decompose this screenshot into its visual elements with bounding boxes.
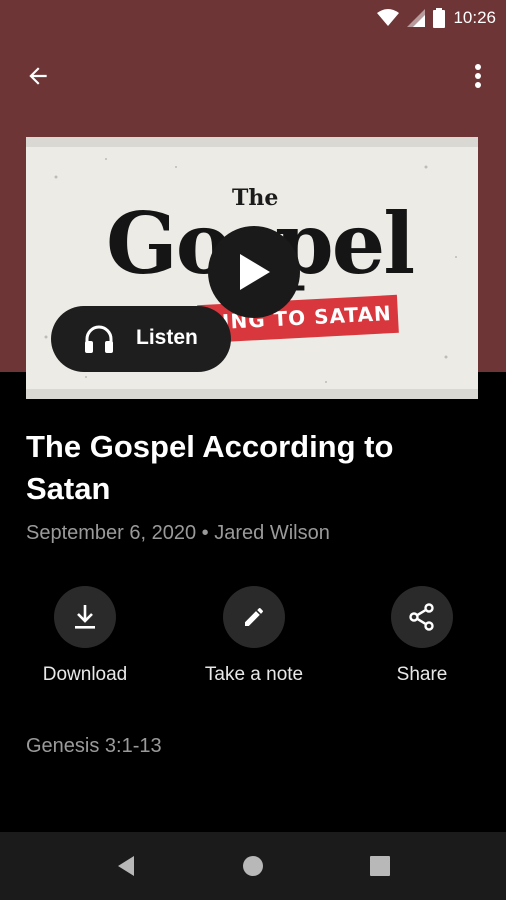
nav-home-icon[interactable] bbox=[237, 850, 269, 882]
pencil-icon bbox=[245, 608, 263, 626]
share-button[interactable] bbox=[391, 586, 453, 648]
download-label: Download bbox=[42, 664, 128, 685]
arrow-left-icon bbox=[29, 67, 47, 85]
listen-button[interactable]: Listen bbox=[51, 306, 231, 372]
download-button[interactable] bbox=[54, 586, 116, 648]
share-icon bbox=[409, 603, 434, 631]
take-note-label: Take a note bbox=[204, 664, 304, 685]
headphones-icon bbox=[85, 325, 113, 353]
more-vert-icon bbox=[475, 64, 481, 88]
download-action[interactable]: Download bbox=[20, 586, 150, 696]
download-icon bbox=[75, 605, 95, 629]
status-time: 10:26 bbox=[453, 8, 496, 27]
take-note-button[interactable] bbox=[223, 586, 285, 648]
sermon-title: The Gospel According to Satan bbox=[26, 429, 394, 506]
listen-label: Listen bbox=[136, 326, 198, 349]
sermon-meta: September 6, 2020 • Jared Wilson bbox=[26, 522, 330, 544]
signal-icon bbox=[407, 9, 426, 27]
system-navigation-bar bbox=[0, 832, 506, 900]
nav-back-icon[interactable] bbox=[110, 850, 142, 882]
battery-icon bbox=[433, 8, 446, 28]
app-bar bbox=[0, 44, 506, 104]
play-button[interactable] bbox=[208, 226, 300, 318]
back-button[interactable] bbox=[14, 52, 62, 100]
take-note-action[interactable]: Take a note bbox=[189, 586, 319, 696]
share-label: Share bbox=[396, 664, 448, 685]
status-bar: 10:26 bbox=[0, 0, 506, 36]
nav-recent-icon[interactable] bbox=[364, 850, 396, 882]
play-icon bbox=[240, 254, 270, 290]
scripture-reference: Genesis 3:1-13 bbox=[26, 735, 162, 757]
share-action[interactable]: Share bbox=[357, 586, 487, 696]
status-icons: 10:26 bbox=[377, 6, 496, 30]
more-options-button[interactable] bbox=[458, 52, 498, 100]
wifi-icon bbox=[377, 9, 400, 26]
